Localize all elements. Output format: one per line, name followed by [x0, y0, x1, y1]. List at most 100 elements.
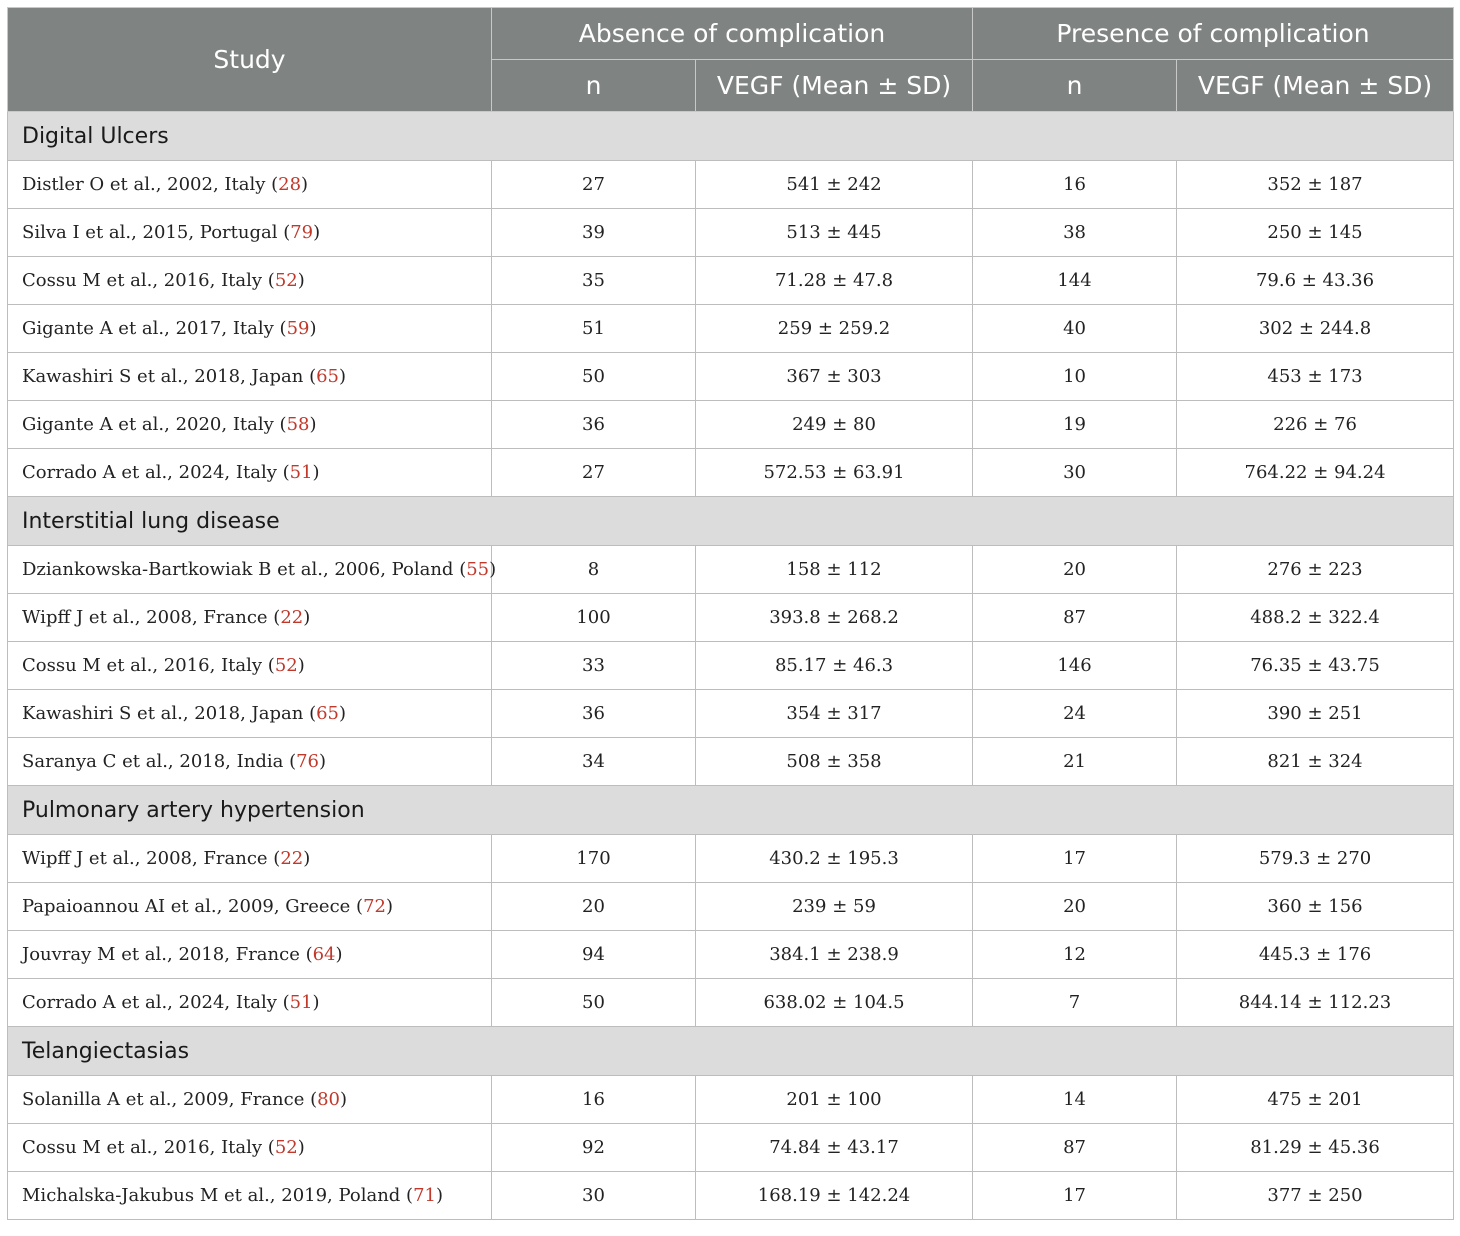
vegf-presence-cell: 764.22 ± 94.24 [1176, 448, 1455, 497]
reference-link[interactable]: 28 [278, 174, 301, 195]
group-title: Digital Ulcers [6, 111, 1455, 161]
study-cell: Cossu M et al., 2016, Italy (52) [7, 256, 492, 305]
reference-link[interactable]: 22 [280, 848, 303, 869]
n-presence-cell: 14 [972, 1075, 1178, 1124]
vegf-presence-cell: 390 ± 251 [1176, 689, 1455, 738]
study-cell: Papaioannou AI et al., 2009, Greece (72) [7, 882, 492, 931]
n-absence-cell: 16 [491, 1075, 696, 1124]
study-cell: Jouvray M et al., 2018, France (64) [7, 930, 492, 979]
study-cell: Silva I et al., 2015, Portugal (79) [7, 208, 492, 257]
n-absence-cell: 36 [491, 689, 696, 738]
study-name: Jouvray M et al., 2018, France [22, 944, 300, 965]
vegf-absence-cell: 259 ± 259.2 [694, 304, 974, 353]
vegf-presence-cell: 79.6 ± 43.36 [1176, 256, 1455, 305]
header-presence-vegf: VEGF (Mean ± SD) [1176, 59, 1455, 112]
vegf-absence-cell: 71.28 ± 47.8 [694, 256, 974, 305]
group-title: Pulmonary artery hypertension [6, 785, 1455, 835]
reference-link[interactable]: 51 [290, 462, 313, 483]
n-presence-cell: 12 [972, 930, 1178, 979]
n-absence-cell: 50 [491, 978, 696, 1027]
reference-link[interactable]: 64 [313, 944, 336, 965]
n-presence-cell: 38 [972, 208, 1178, 257]
n-absence-cell: 27 [491, 160, 696, 209]
n-presence-cell: 17 [972, 834, 1178, 883]
table-row: Distler O et al., 2002, Italy (28) 27 541 … [7, 160, 1455, 209]
n-presence-cell: 21 [972, 737, 1178, 786]
study-cell: Saranya C et al., 2018, India (76) [7, 737, 492, 786]
study-cell: Michalska-Jakubus M et al., 2019, Poland… [7, 1171, 492, 1220]
study-name: Silva I et al., 2015, Portugal [22, 222, 278, 243]
study-name: Kawashiri S et al., 2018, Japan [22, 366, 304, 387]
n-presence-cell: 10 [972, 352, 1178, 401]
vegf-absence-cell: 85.17 ± 46.3 [694, 641, 974, 690]
vegf-presence-cell: 377 ± 250 [1176, 1171, 1455, 1220]
study-cell: Cossu M et al., 2016, Italy (52) [7, 641, 492, 690]
reference-link[interactable]: 80 [317, 1089, 340, 1110]
reference-link[interactable]: 52 [275, 270, 298, 291]
table-row: Cossu M et al., 2016, Italy (52) 35 71.28 … [7, 256, 1455, 305]
group-row: Pulmonary artery hypertension [6, 785, 1455, 835]
reference-link[interactable]: 59 [287, 318, 310, 339]
vegf-absence-cell: 572.53 ± 63.91 [694, 448, 974, 497]
table-row: Kawashiri S et al., 2018, Japan (65) 36 35… [7, 689, 1455, 738]
study-name: Wipff J et al., 2008, France [22, 607, 268, 628]
n-absence-cell: 35 [491, 256, 696, 305]
n-absence-cell: 8 [491, 545, 696, 594]
vegf-presence-cell: 445.3 ± 176 [1176, 930, 1455, 979]
n-absence-cell: 51 [491, 304, 696, 353]
study-cell: Wipff J et al., 2008, France (22) [7, 834, 492, 883]
reference-link[interactable]: 72 [363, 896, 386, 917]
n-presence-cell: 24 [972, 689, 1178, 738]
header-absence-n: n [491, 59, 696, 112]
n-absence-cell: 50 [491, 352, 696, 401]
n-absence-cell: 36 [491, 400, 696, 449]
reference-link[interactable]: 22 [280, 607, 303, 628]
study-cell: Dziankowska-Bartkowiak B et al., 2006, P… [7, 545, 496, 594]
reference-link[interactable]: 52 [275, 655, 298, 676]
vegf-absence-cell: 541 ± 242 [694, 160, 974, 209]
reference-link[interactable]: 65 [316, 703, 339, 724]
reference-link[interactable]: 79 [290, 222, 313, 243]
table-row: Papaioannou AI et al., 2009, Greece (72)… [7, 882, 1455, 931]
study-cell: Solanilla A et al., 2009, France (80) [7, 1075, 492, 1124]
reference-link[interactable]: 55 [466, 559, 489, 580]
vegf-absence-cell: 384.1 ± 238.9 [694, 930, 974, 979]
study-name: Wipff J et al., 2008, France [22, 848, 268, 869]
table-row: Cossu M et al., 2016, Italy (52) 33 85.17 … [7, 641, 1455, 690]
study-name: Saranya C et al., 2018, India [22, 751, 284, 772]
n-presence-cell: 17 [972, 1171, 1178, 1220]
vegf-absence-cell: 638.02 ± 104.5 [694, 978, 974, 1027]
table-body: Digital Ulcers Distler O et al., 2002, It… [6, 111, 1455, 1220]
reference-link[interactable]: 52 [275, 1137, 298, 1158]
group-title: Telangiectasias [6, 1026, 1455, 1076]
study-name: Solanilla A et al., 2009, France [22, 1089, 305, 1110]
study-name: Kawashiri S et al., 2018, Japan [22, 703, 304, 724]
n-presence-cell: 16 [972, 160, 1178, 209]
study-cell: Gigante A et al., 2017, Italy (59) [7, 304, 492, 353]
vegf-presence-cell: 844.14 ± 112.23 [1176, 978, 1455, 1027]
table-header: Study Absence of complication Presence o… [7, 7, 1455, 112]
study-cell: Wipff J et al., 2008, France (22) [7, 593, 492, 642]
study-name: Dziankowska-Bartkowiak B et al., 2006, P… [22, 559, 454, 580]
vegf-presence-cell: 81.29 ± 45.36 [1176, 1123, 1455, 1172]
table-row: Wipff J et al., 2008, France (22) 100 393.… [7, 593, 1455, 642]
study-name: Distler O et al., 2002, Italy [22, 174, 266, 195]
vegf-studies-table: Study Absence of complication Presence o… [6, 7, 1455, 1220]
vegf-presence-cell: 579.3 ± 270 [1176, 834, 1455, 883]
table-row: Gigante A et al., 2017, Italy (59) 51 259 … [7, 304, 1455, 353]
study-cell: Kawashiri S et al., 2018, Japan (65) [7, 352, 492, 401]
reference-link[interactable]: 76 [296, 751, 319, 772]
reference-link[interactable]: 58 [287, 414, 310, 435]
table-row: Jouvray M et al., 2018, France (64) 94 384… [7, 930, 1455, 979]
vegf-presence-cell: 226 ± 76 [1176, 400, 1455, 449]
vegf-presence-cell: 360 ± 156 [1176, 882, 1455, 931]
reference-link[interactable]: 51 [290, 992, 313, 1013]
vegf-absence-cell: 158 ± 112 [694, 545, 974, 594]
study-cell: Corrado A et al., 2024, Italy (51) [7, 978, 492, 1027]
table-row: Solanilla A et al., 2009, France (80) 16 2… [7, 1075, 1455, 1124]
vegf-absence-cell: 239 ± 59 [694, 882, 974, 931]
group-row: Interstitial lung disease [6, 496, 1455, 546]
vegf-presence-cell: 821 ± 324 [1176, 737, 1455, 786]
reference-link[interactable]: 71 [413, 1185, 436, 1206]
reference-link[interactable]: 65 [316, 366, 339, 387]
